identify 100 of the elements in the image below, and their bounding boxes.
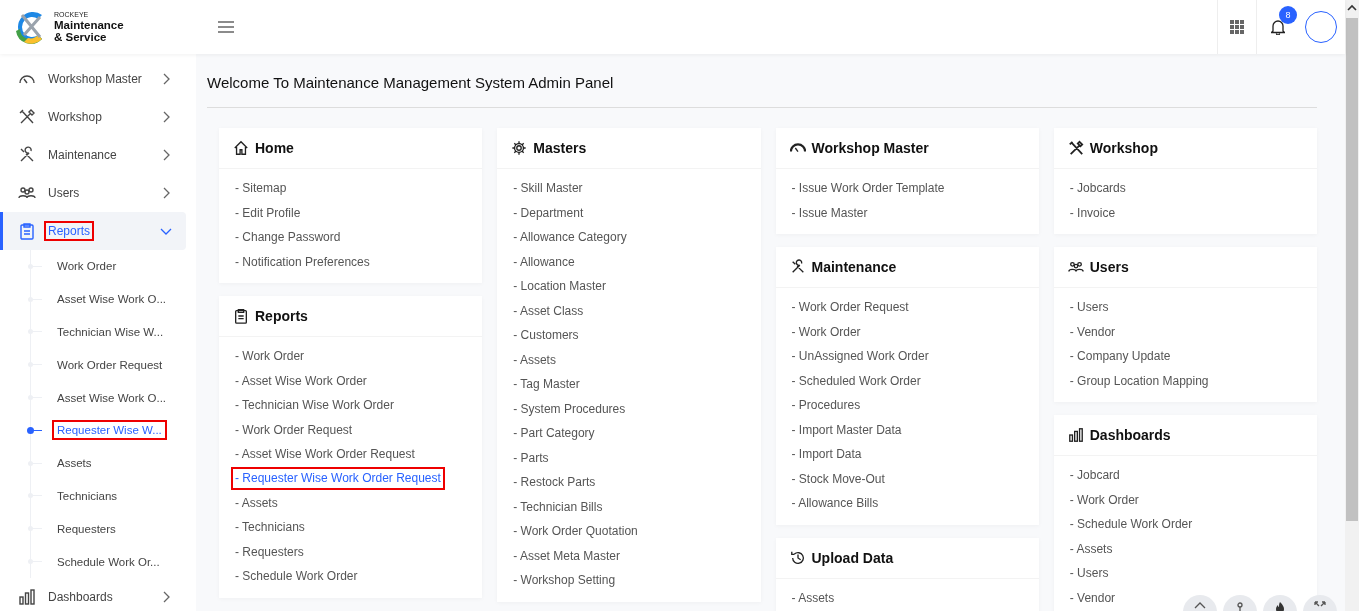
link[interactable]: - Users <box>1067 295 1111 320</box>
link[interactable]: - Location Master <box>511 274 608 299</box>
menu-icon[interactable] <box>218 21 234 33</box>
link[interactable]: - Department <box>511 200 586 225</box>
scrollbar-thumb[interactable] <box>1346 18 1358 521</box>
page-title: Welcome To Maintenance Management System Admin Panel <box>207 68 1317 108</box>
link[interactable]: - Company Update <box>1067 344 1173 369</box>
card-title: Workshop Master <box>811 140 929 156</box>
chart-icon <box>18 587 36 606</box>
link[interactable]: - Technician Bills <box>511 494 605 519</box>
link[interactable]: - Restock Parts <box>511 470 598 495</box>
clipboard-icon <box>18 222 36 240</box>
sidebar-item[interactable]: Dashboards <box>0 577 186 611</box>
link[interactable]: - Parts <box>511 445 551 470</box>
sidebar-item[interactable]: Workshop Master <box>0 60 186 98</box>
gear-icon <box>511 140 528 156</box>
link[interactable]: - System Procedures <box>511 396 628 421</box>
sidebar-subitem[interactable]: Work Order <box>54 258 120 275</box>
sidebar-item[interactable]: Users <box>0 174 186 212</box>
sidebar-subitem[interactable]: Asset Wise Work O... <box>54 389 170 406</box>
link[interactable]: - Work Order Request <box>789 295 911 320</box>
notification-badge: 8 <box>1279 6 1297 24</box>
clipboard-icon <box>233 308 249 324</box>
caret-up-icon <box>1194 601 1206 611</box>
card-title: Users <box>1089 259 1129 275</box>
link[interactable]: - Change Password <box>233 225 343 250</box>
link[interactable]: - Issue Master <box>789 200 870 225</box>
link[interactable]: - Workshop Setting <box>511 568 618 593</box>
link[interactable]: - Edit Profile <box>233 200 303 225</box>
tools-icon <box>1067 140 1084 156</box>
link[interactable]: - Work Order <box>1067 487 1141 512</box>
link[interactable]: - Work Order Quotation <box>511 519 640 544</box>
link[interactable]: - Issue Work Order Template <box>789 176 947 201</box>
link[interactable]: - Scheduled Work Order <box>789 368 923 393</box>
sidebar-item[interactable]: Reports <box>0 212 186 250</box>
card-title: Reports <box>255 308 308 324</box>
link[interactable]: - Requesters <box>233 539 306 564</box>
link[interactable]: - Import Master Data <box>789 417 904 442</box>
card-title: Maintenance <box>811 259 897 275</box>
sidebar-item[interactable]: Workshop <box>0 98 186 136</box>
link[interactable]: - Technician Wise Work Order <box>233 393 396 418</box>
link[interactable]: - Invoice <box>1067 200 1118 225</box>
link[interactable]: - Requester Wise Work Order Request <box>233 469 443 488</box>
link[interactable]: - Group Location Mapping <box>1067 368 1211 393</box>
link[interactable]: - Assets <box>1067 536 1115 561</box>
link[interactable]: - Assets <box>233 490 280 515</box>
link[interactable]: - Allowance <box>511 249 577 274</box>
link[interactable]: - Assets <box>789 585 837 610</box>
pin-icon <box>1234 601 1246 611</box>
link[interactable]: - Technicians <box>233 515 307 540</box>
scrollbar[interactable] <box>1345 0 1359 611</box>
link[interactable]: - Skill Master <box>511 176 585 201</box>
scroll-up-icon[interactable] <box>1347 4 1357 12</box>
sidebar-subitem[interactable]: Assets <box>54 455 95 472</box>
sidebar-subitem[interactable]: Work Order Request <box>54 356 166 373</box>
link[interactable]: - UnAssigned Work Order <box>789 344 931 369</box>
sidebar-subitem[interactable]: Technicians <box>54 487 121 504</box>
link[interactable]: - Work Order <box>789 319 863 344</box>
link[interactable]: - Schedule Work Order <box>1067 512 1195 537</box>
link[interactable]: - Assets <box>511 347 558 372</box>
link[interactable]: - Notification Preferences <box>233 249 372 274</box>
sidebar-subitem[interactable]: Requester Wise W... <box>54 422 165 439</box>
link[interactable]: - Asset Wise Work Order <box>233 368 369 393</box>
sidebar-item[interactable]: Maintenance <box>0 136 186 174</box>
link[interactable]: - Sitemap <box>233 176 289 201</box>
link[interactable]: - Users <box>1067 561 1111 586</box>
card-title: Home <box>255 140 294 156</box>
card-title: Workshop <box>1089 140 1158 156</box>
link[interactable]: - Customers <box>511 323 581 348</box>
user-avatar[interactable] <box>1305 11 1337 43</box>
sidebar-subitem[interactable]: Requesters <box>54 520 119 537</box>
link[interactable]: - Asset Class <box>511 298 586 323</box>
link[interactable]: - Part Category <box>511 421 597 446</box>
apps-grid-icon[interactable] <box>1230 20 1244 34</box>
link[interactable]: - Asset Meta Master <box>511 543 622 568</box>
link[interactable]: - Jobcards <box>1067 176 1128 201</box>
link[interactable]: - Asset Wise Work Order Request <box>233 442 417 467</box>
notification-bell-icon[interactable] <box>1271 19 1285 35</box>
link[interactable]: - Stock Move-Out <box>789 466 887 491</box>
link[interactable]: - Schedule Work Order <box>233 564 360 589</box>
link[interactable]: - Work Order Request <box>233 417 355 442</box>
history-icon <box>789 549 806 566</box>
sidebar-subitem[interactable]: Asset Wise Work O... <box>54 291 170 308</box>
link[interactable]: - Allowance Category <box>511 225 629 250</box>
link[interactable]: - Procedures <box>789 393 863 418</box>
card-title: Upload Data <box>811 549 894 566</box>
link[interactable]: - Tag Master <box>511 372 582 397</box>
brand-name: Maintenance <box>54 18 124 31</box>
link[interactable]: - Allowance Bills <box>789 491 881 516</box>
link[interactable]: - Vendor <box>1067 319 1118 344</box>
link[interactable]: - Import Data <box>789 442 864 467</box>
sidebar-subitem[interactable]: Technician Wise W... <box>54 324 167 340</box>
sidebar-subitem[interactable]: Schedule Work Or... <box>54 553 163 570</box>
chart-icon <box>1067 427 1084 443</box>
link[interactable]: - Jobcard <box>1067 463 1122 488</box>
card-title: Dashboards <box>1089 427 1171 443</box>
flame-icon <box>1274 601 1286 611</box>
link[interactable]: - Vendor <box>1067 585 1118 610</box>
brand-name: & Service <box>54 30 108 43</box>
link[interactable]: - Work Order <box>233 344 307 369</box>
